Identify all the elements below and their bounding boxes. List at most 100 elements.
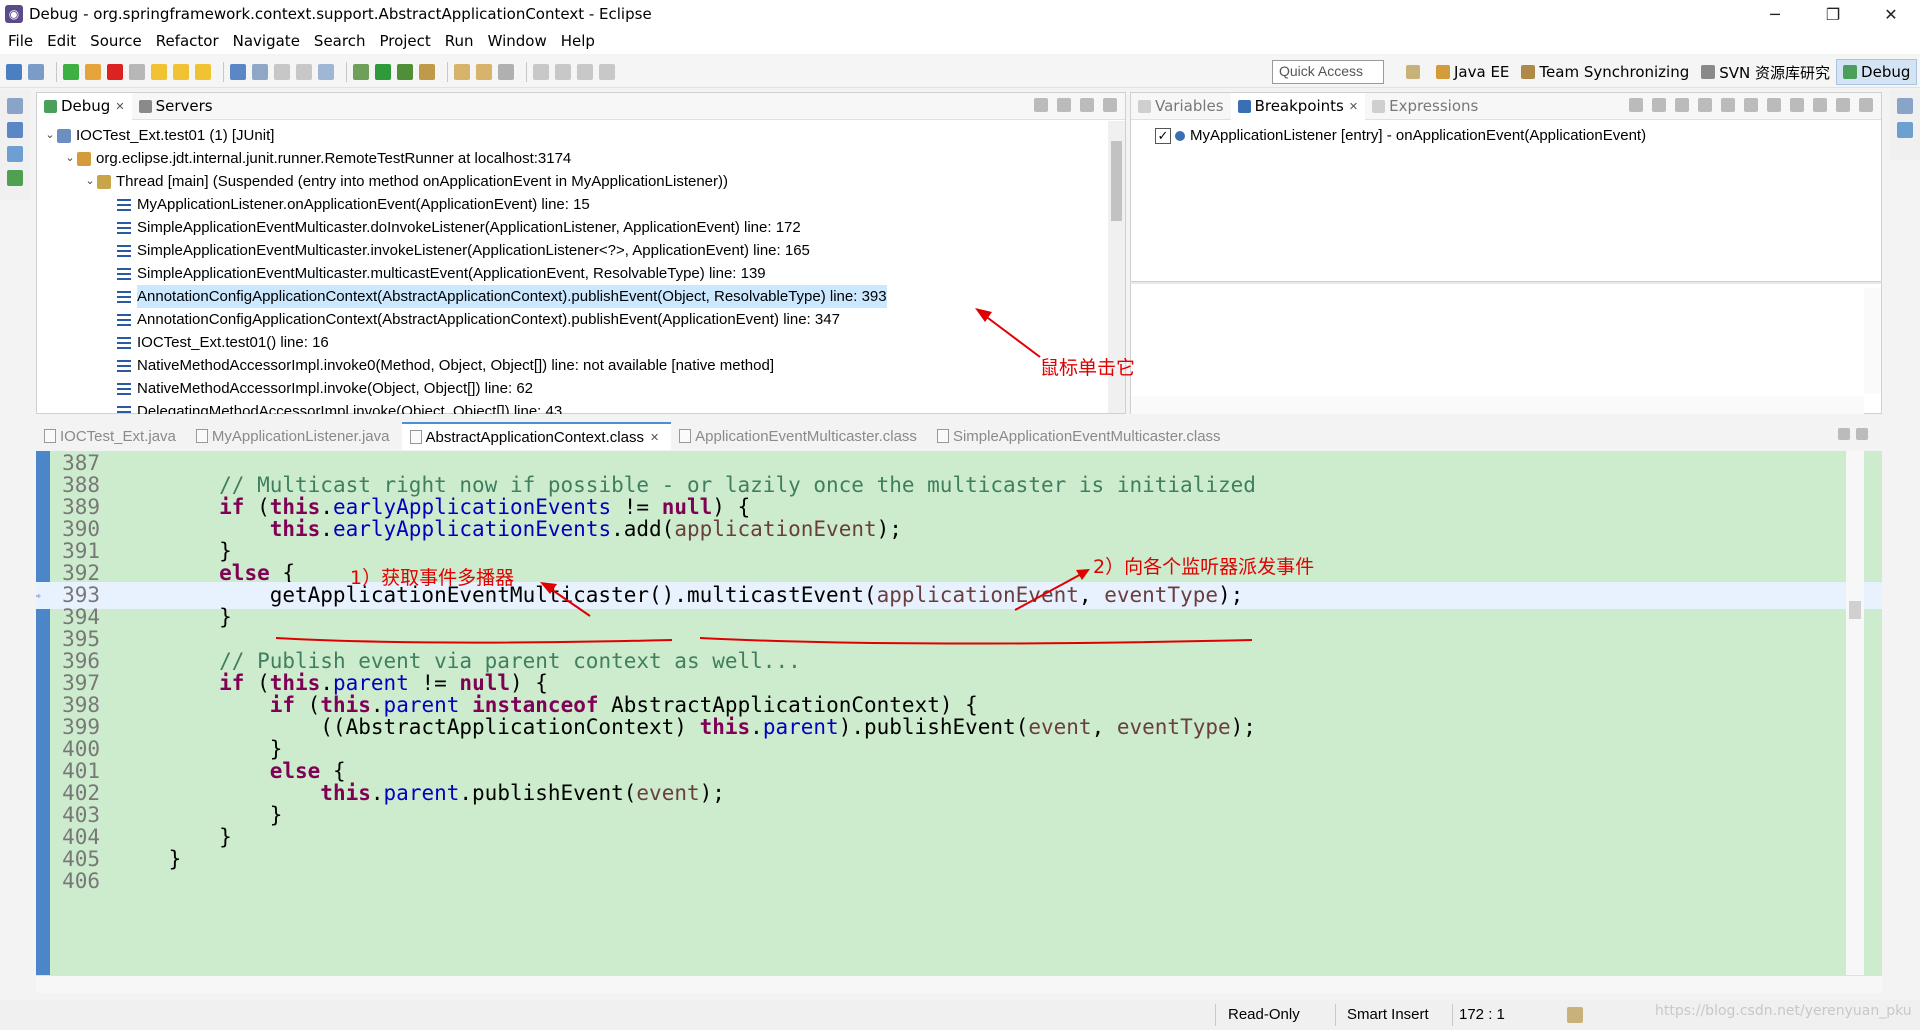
progress-icon[interactable] xyxy=(1567,1007,1583,1023)
disconnect-icon[interactable] xyxy=(129,63,145,80)
view-menu-icon[interactable] xyxy=(1813,98,1827,112)
perspective-java-ee[interactable]: Java EE xyxy=(1430,59,1515,85)
menu-project[interactable]: Project xyxy=(379,32,430,50)
detail-hscrollbar[interactable] xyxy=(1131,396,1864,414)
menu-help[interactable]: Help xyxy=(561,32,595,50)
open-perspective-button[interactable] xyxy=(1400,59,1430,85)
editor-hscrollbar[interactable] xyxy=(36,975,1882,993)
forward-icon[interactable] xyxy=(599,63,615,80)
scrollbar-thumb[interactable] xyxy=(1849,601,1861,619)
menu-search[interactable]: Search xyxy=(314,32,366,50)
debug-tree-row[interactable]: IOCTest_Ext.test01() line: 16 xyxy=(43,331,1103,354)
menu-window[interactable]: Window xyxy=(488,32,547,50)
step-return-icon[interactable] xyxy=(195,63,211,80)
print-icon[interactable] xyxy=(274,63,290,80)
chevron-down-icon[interactable]: ⌄ xyxy=(63,147,77,170)
back-icon[interactable] xyxy=(577,63,593,80)
breakpoint-item[interactable]: ✓ MyApplicationListener [entry] - onAppl… xyxy=(1155,124,1646,147)
menu-edit[interactable]: Edit xyxy=(47,32,76,50)
editor-tab-abstractapplicationcontext[interactable]: AbstractApplicationContext.class ✕ xyxy=(401,422,672,450)
package-explorer-icon[interactable] xyxy=(7,122,23,138)
external-tools-icon[interactable] xyxy=(419,63,435,80)
close-icon[interactable]: ✕ xyxy=(115,100,124,113)
skip-all-icon[interactable] xyxy=(1721,98,1735,112)
tab-variables[interactable]: Variables xyxy=(1131,93,1231,120)
menu-source[interactable]: Source xyxy=(90,32,142,50)
code-editor[interactable]: 387 388 // Multicast right now if possibl… xyxy=(36,451,1882,975)
skip-breakpoints-icon[interactable] xyxy=(6,63,22,80)
code-line[interactable]: 406 xyxy=(36,868,1882,895)
close-icon[interactable]: ✕ xyxy=(1349,100,1358,113)
save-icon[interactable] xyxy=(252,63,268,80)
editor-scrollbar[interactable] xyxy=(1846,451,1864,975)
new-icon[interactable] xyxy=(230,63,246,80)
tab-servers[interactable]: Servers xyxy=(132,93,220,120)
tab-breakpoints[interactable]: Breakpoints ✕ xyxy=(1230,92,1366,120)
view-menu-icon[interactable] xyxy=(1057,98,1071,112)
minimize-view-icon[interactable] xyxy=(1080,98,1094,112)
show-supported-icon[interactable] xyxy=(1675,98,1689,112)
debug-tree-row[interactable]: NativeMethodAccessorImpl.invoke0(Method,… xyxy=(43,354,1103,377)
detail-scrollbar[interactable] xyxy=(1864,288,1881,394)
editor-tab-myapplicationlistener[interactable]: MyApplicationListener.java xyxy=(188,422,402,450)
debug-tree-row[interactable]: SimpleApplicationEventMulticaster.doInvo… xyxy=(43,216,1103,239)
tab-expressions[interactable]: Expressions xyxy=(1365,93,1485,120)
perspective-team-sync[interactable]: Team Synchronizing xyxy=(1515,59,1695,85)
remove-breakpoint-icon[interactable] xyxy=(1629,98,1643,112)
open-folder-icon[interactable] xyxy=(454,63,470,80)
close-icon[interactable]: ✕ xyxy=(650,431,659,444)
editor-tab-simpleapplicationeventmulticaster[interactable]: SimpleApplicationEventMulticaster.class xyxy=(929,422,1233,450)
resume-icon[interactable] xyxy=(63,63,79,80)
debug-tree-row[interactable]: ⌄ IOCTest_Ext.test01 (1) [JUnit] xyxy=(43,124,1103,147)
coverage-icon[interactable] xyxy=(397,63,413,80)
restore-view-icon[interactable] xyxy=(7,98,23,114)
maximize-editor-icon[interactable] xyxy=(1856,428,1868,440)
scrollbar-thumb[interactable] xyxy=(1111,141,1122,221)
minimize-button[interactable]: ─ xyxy=(1746,0,1804,28)
restore-button[interactable]: ❐ xyxy=(1804,0,1862,28)
step-into-icon[interactable] xyxy=(151,63,167,80)
minimize-view-icon[interactable] xyxy=(1836,98,1850,112)
next-annotation-icon[interactable] xyxy=(533,63,549,80)
go-to-file-icon[interactable] xyxy=(1698,98,1712,112)
open-package-icon[interactable] xyxy=(476,63,492,80)
expand-all-icon[interactable] xyxy=(1744,98,1758,112)
breakpoint-checkbox[interactable]: ✓ xyxy=(1155,127,1171,144)
terminate-icon[interactable] xyxy=(107,63,123,80)
menu-run[interactable]: Run xyxy=(445,32,474,50)
debug-tree-row[interactable]: ⌄ Thread [main] (Suspended (entry into me… xyxy=(43,170,1103,193)
collapse-all-icon[interactable] xyxy=(1767,98,1781,112)
outline-icon[interactable] xyxy=(1897,122,1913,138)
pencil-icon[interactable] xyxy=(498,63,514,80)
menu-file[interactable]: File xyxy=(8,32,33,50)
suspend-icon[interactable] xyxy=(85,63,101,80)
run-icon[interactable] xyxy=(375,63,391,80)
debug-tree-row[interactable]: MyApplicationListener.onApplicationEvent… xyxy=(43,193,1103,216)
editor-tab-ioctest[interactable]: IOCTest_Ext.java xyxy=(36,422,188,450)
debug-tree-row[interactable]: DelegatingMethodAccessorImpl.invoke(Obje… xyxy=(43,400,1103,414)
maximize-view-icon[interactable] xyxy=(1859,98,1873,112)
debug-tree-row[interactable]: SimpleApplicationEventMulticaster.invoke… xyxy=(43,239,1103,262)
debug-tree-row[interactable]: SimpleApplicationEventMulticaster.multic… xyxy=(43,262,1103,285)
restore-view-icon[interactable] xyxy=(1897,98,1913,114)
step-over-icon[interactable] xyxy=(173,63,189,80)
console-icon[interactable] xyxy=(7,170,23,186)
debug-tree-row[interactable]: ⌄ org.eclipse.jdt.internal.junit.runner.R… xyxy=(43,147,1103,170)
outline-icon[interactable] xyxy=(7,146,23,162)
remove-terminated-icon[interactable] xyxy=(28,63,44,80)
editor-tab-applicationeventmulticaster[interactable]: ApplicationEventMulticaster.class xyxy=(671,422,929,450)
chevron-down-icon[interactable]: ⌄ xyxy=(43,124,57,147)
debug-tree-row[interactable]: NativeMethodAccessorImpl.invoke(Object, … xyxy=(43,377,1103,400)
remove-all-terminated-icon[interactable] xyxy=(1034,98,1048,112)
menu-navigate[interactable]: Navigate xyxy=(233,32,300,50)
search-icon[interactable] xyxy=(318,63,334,80)
tab-debug[interactable]: Debug ✕ xyxy=(37,92,132,120)
debug-run-icon[interactable] xyxy=(353,63,369,80)
perspective-debug[interactable]: Debug xyxy=(1836,59,1918,85)
link-with-debug-icon[interactable] xyxy=(1790,98,1804,112)
close-window-button[interactable]: ✕ xyxy=(1862,0,1920,28)
maximize-view-icon[interactable] xyxy=(1103,98,1117,112)
chevron-down-icon[interactable]: ⌄ xyxy=(83,170,97,193)
debug-tree-row[interactable]: AnnotationConfigApplicationContext(Abstr… xyxy=(43,285,1103,308)
perspective-svn[interactable]: SVN 资源库研究 xyxy=(1695,59,1836,85)
